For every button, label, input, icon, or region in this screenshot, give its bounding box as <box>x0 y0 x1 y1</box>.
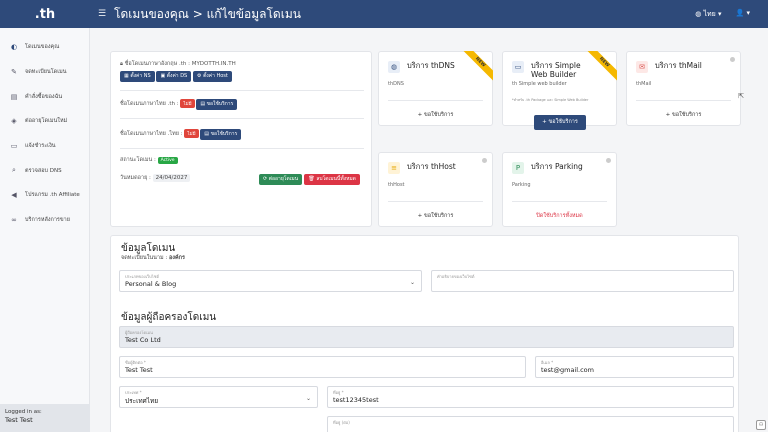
domain-info-card: ข้อมูลโดเมน จดทะเบียนในนาม : องค์กร ประเ… <box>110 235 739 432</box>
divider <box>120 118 364 119</box>
sidebar-item-affiliate[interactable]: ◀ โปรแกรม .th Affiliate <box>0 183 89 208</box>
cursor-icon: ⇱ <box>738 92 744 100</box>
trash-icon: 🗑︎ <box>308 176 315 182</box>
divider <box>120 148 364 149</box>
service-card-web-builder: ▭ บริการ Simple Web Builder th Simple we… <box>502 51 617 130</box>
delete-domain-button[interactable]: 🗑︎ ลบโดเมนนี้ทั้งหมด <box>304 174 360 185</box>
user-icon: 👤 <box>735 9 745 17</box>
chevron-down-icon: ⌄ <box>409 279 415 286</box>
service-card-thhost: ≡ บริการ thHost thHost + ขอใช้บริการ <box>378 152 493 227</box>
none-badge: ไม่มี <box>184 129 199 138</box>
mail-icon: ✉ <box>636 61 648 73</box>
top-bar: .th ☰ โดเมนของคุณ > แก้ไขข้อมูลโดเมน ◍ ไ… <box>0 0 768 28</box>
status-dot <box>482 158 487 163</box>
server-icon: ▦ <box>124 73 129 79</box>
card-icon: ▭ <box>10 142 18 151</box>
request-thdns-button[interactable]: + ขอใช้บริการ <box>379 111 492 119</box>
globe-icon: ◐ <box>10 43 18 52</box>
service-card-thmail: ✉ บริการ thMail thMail + ขอใช้บริการ <box>626 51 741 126</box>
renew-domain-button[interactable]: ⟳ ต่ออายุโดเมน <box>259 174 303 185</box>
logged-in-box: Logged in as: Test Test <box>0 404 90 432</box>
address2-field[interactable]: ที่อยู่ (ต่อ) <box>327 416 734 432</box>
registered-as: จดทะเบียนในนาม : องค์กร <box>121 255 185 261</box>
sidebar-item-orders[interactable]: ▤ คำสั่งซื้อของฉัน <box>0 84 89 109</box>
sidebar-item-register[interactable]: ✎ จดทะเบียนโดเมน <box>0 60 89 85</box>
parking-icon: P <box>512 162 524 174</box>
contact-name-field[interactable]: ชื่อผู้ติดต่อ * Test Test <box>119 356 526 378</box>
refresh-icon: ⟳ <box>263 176 268 182</box>
sidebar-item-after-sales[interactable]: ∞ บริการหลังการขาย <box>0 208 89 233</box>
user-menu[interactable]: 👤 ▾ <box>736 9 750 20</box>
request-thai-th-button[interactable]: ▤ ขอใช้บริการ <box>196 99 238 110</box>
lock-icon: ▣ <box>160 73 166 79</box>
email-field[interactable]: อีเมล * test@gmail.com <box>535 356 734 378</box>
english-domain-line: 🔒︎ ชื่อโดเมนภาษาอังกฤษ .th : MYDOTTH.IN.… <box>120 61 236 67</box>
expiry-date: 24/04/2027 <box>152 174 191 182</box>
lock-icon: 🔒︎ <box>120 61 123 67</box>
holder-info-title: ข้อมูลผู้ถือครองโดเมน <box>121 312 217 323</box>
none-badge: ไม่มี <box>180 99 195 108</box>
address-field[interactable]: ที่อยู่ * test12345test <box>327 386 734 408</box>
service-card-parking: P บริการ Parking Parking ปิดใช้บริการทั้… <box>502 152 617 227</box>
accessibility-icon[interactable]: ⚇ <box>756 420 766 430</box>
set-ds-button[interactable]: ▣ ตั้งค่า DS <box>156 71 192 82</box>
domain-card: 🔒︎ ชื่อโดเมนภาษาอังกฤษ .th : MYDOTTH.IN.… <box>110 51 372 227</box>
sidebar-item-payment[interactable]: ▭ แจ้งชำระเงิน <box>0 134 89 159</box>
status-dot <box>730 57 735 62</box>
browser-icon: ▭ <box>512 61 524 73</box>
divider <box>120 90 364 91</box>
tag-icon: ◈ <box>11 117 17 126</box>
set-host-button[interactable]: ⚙ ตั้งค่า Host <box>192 71 232 82</box>
new-ribbon: NEW <box>583 51 617 85</box>
new-ribbon: NEW <box>459 51 493 85</box>
sidebar-item-dns-check[interactable]: ⌕ ตรวจสอบ DNS <box>0 158 89 183</box>
sidebar-item-renew[interactable]: ◈ ต่ออายุโดเมนใหม่ <box>0 109 89 134</box>
page-title: โดเมนของคุณ > แก้ไขข้อมูลโดเมน <box>114 6 301 21</box>
status-dot <box>606 158 611 163</box>
service-card-thdns: ◍ บริการ thDNS thDNS + ขอใช้บริการ NEW <box>378 51 493 126</box>
sidebar-item-your-domains[interactable]: ◐ โดเมนของคุณ <box>0 35 89 60</box>
search-icon: ⌕ <box>12 166 16 175</box>
globe-icon: ◍ <box>695 10 702 18</box>
request-thhost-button[interactable]: + ขอใช้บริการ <box>379 212 492 220</box>
pencil-icon: ✎ <box>11 68 17 77</box>
holder-org-field: ผู้ถือครองโดเมน Test Co Ltd <box>119 326 734 348</box>
country-select[interactable]: ประเทศ * ประเทศไทย ⌄ <box>119 386 318 408</box>
request-thai-dot-thai-button[interactable]: ▤ ขอใช้บริการ <box>200 129 242 140</box>
set-ns-button[interactable]: ▦ ตั้งค่า NS <box>120 71 155 82</box>
request-thmail-button[interactable]: + ขอใช้บริการ <box>627 111 740 119</box>
thai-th-line: ชื่อโดเมนภาษาไทย .th : ไม่มี ▤ ขอใช้บริก… <box>120 99 238 110</box>
request-web-builder-button[interactable]: + ขอใช้บริการ <box>534 115 586 130</box>
website-category-select[interactable]: ประเภทของเว็บไซต์ Personal & Blog ⌄ <box>119 270 422 292</box>
cog-icon: ⚙ <box>196 73 202 79</box>
status-badge: Active <box>157 157 178 164</box>
expiry-line: วันหมดอายุ : 24/04/2027 <box>120 174 191 182</box>
website-description-textarea[interactable]: คำอธิบายของเว็บไซต์ <box>431 270 734 292</box>
server-icon: ≡ <box>388 162 400 174</box>
sidebar: ◐ โดเมนของคุณ ✎ จดทะเบียนโดเมน ▤ คำสั่งซื้อ… <box>0 28 90 432</box>
link-icon: ∞ <box>11 216 17 225</box>
thai-dot-thai-line: ชื่อโดเมนภาษาไทย .ไทย : ไม่มี ▤ ขอใช้บริ… <box>120 129 242 140</box>
chevron-down-icon: ⌄ <box>305 395 311 402</box>
megaphone-icon: ◀ <box>11 191 17 200</box>
brand-logo[interactable]: .th <box>0 7 90 22</box>
clipboard-icon: ▤ <box>10 92 18 101</box>
status-line: สถานะโดเมน : Active <box>120 156 178 164</box>
hamburger-icon[interactable]: ☰ <box>90 9 114 19</box>
language-selector[interactable]: ◍ ไทย ▾ <box>695 9 721 20</box>
globe-icon: ◍ <box>388 61 400 73</box>
disable-parking-button[interactable]: ปิดใช้บริการทั้งหมด <box>503 212 616 220</box>
